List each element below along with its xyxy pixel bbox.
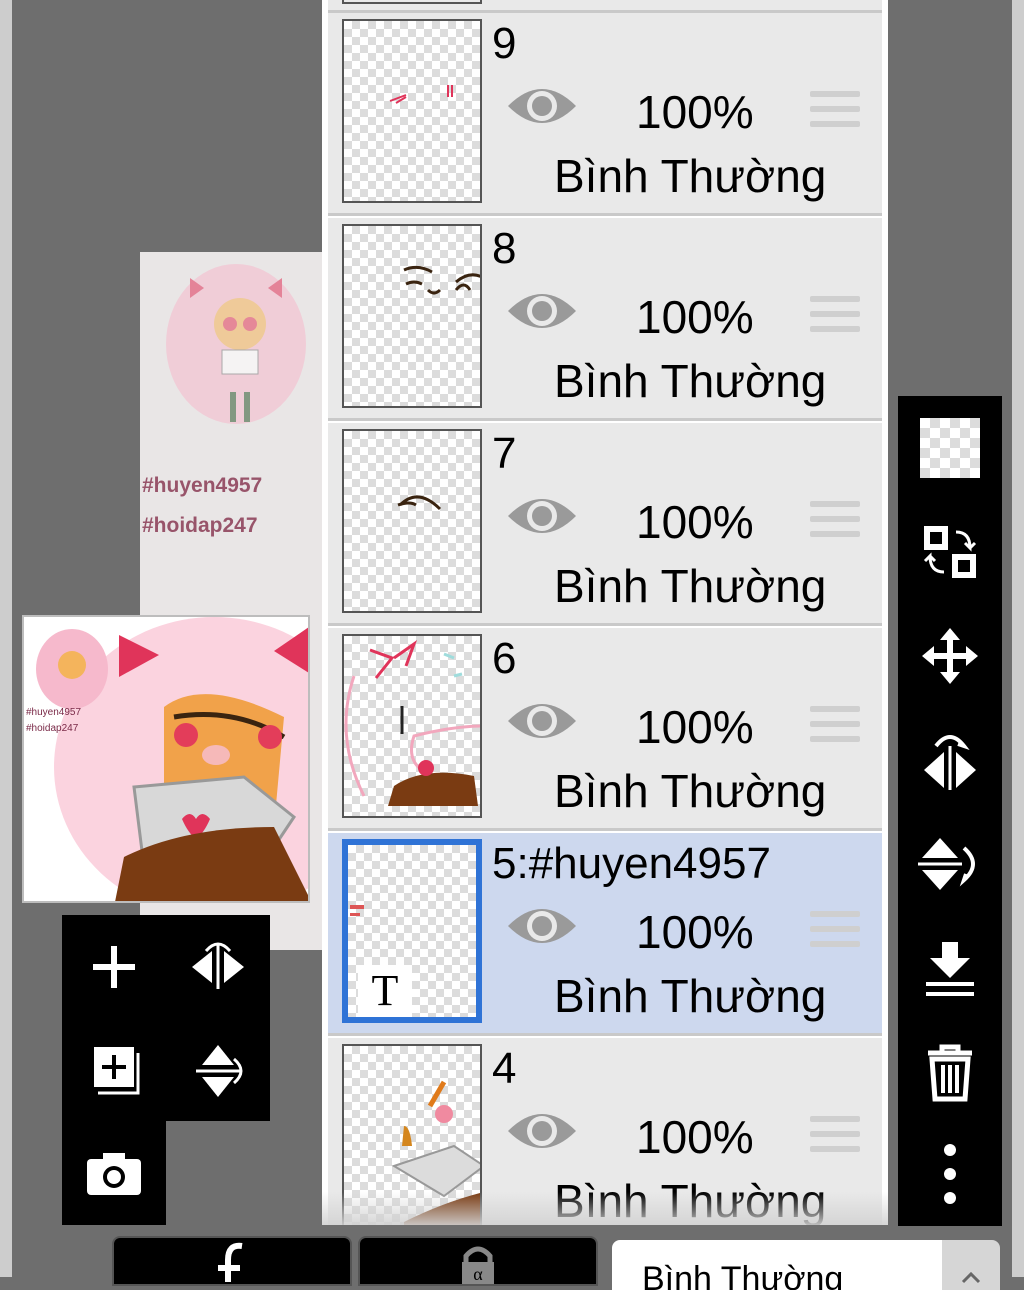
flip-horizontal-button[interactable] <box>166 915 270 1019</box>
blend-mode-select[interactable]: Bình Thường <box>612 1240 942 1290</box>
more-button[interactable] <box>898 1124 1002 1224</box>
flip-horizontal-icon <box>924 735 976 790</box>
left-edge <box>0 0 12 1277</box>
move-button[interactable] <box>898 604 1002 708</box>
visibility-toggle[interactable] <box>506 696 578 746</box>
layer-opacity[interactable]: 100% <box>636 495 754 549</box>
flip-vertical-button[interactable] <box>166 1019 270 1123</box>
move-icon <box>922 628 978 684</box>
layer-name: 6 <box>492 634 517 683</box>
layer-opacity[interactable]: 100% <box>636 290 754 344</box>
drag-handle-icon[interactable] <box>810 911 860 951</box>
merge-down-icon <box>926 942 974 996</box>
add-layer-copy-button[interactable] <box>62 1019 166 1123</box>
eye-icon <box>508 89 576 123</box>
layer-thumbnail[interactable] <box>342 634 482 818</box>
hashtag-text: #huyen4957 <box>142 474 263 497</box>
blend-mode-dropdown-button[interactable] <box>942 1240 1000 1290</box>
drag-handle-icon[interactable] <box>810 706 860 746</box>
layer-thumbnail[interactable] <box>342 224 482 408</box>
add-copy-icon <box>94 1047 140 1095</box>
layer-thumbnail[interactable] <box>342 19 482 203</box>
clipping-button[interactable] <box>112 1236 352 1286</box>
lock-icon: α <box>462 1246 494 1284</box>
blend-mode-value: Bình Thường <box>642 1260 844 1290</box>
visibility-toggle[interactable] <box>506 491 578 541</box>
layer-row[interactable]: 7 100% Bình Thường <box>328 423 882 626</box>
hashtag-text: #huyen4957 <box>26 707 82 718</box>
character-closeup-icon <box>24 617 308 901</box>
merge-down-button[interactable] <box>898 916 1002 1020</box>
transparency-icon <box>920 418 980 478</box>
chevron-up-icon <box>961 1271 981 1284</box>
layer-opacity[interactable]: 100% <box>636 1110 754 1164</box>
layer-blend-mode: Bình Thường <box>554 970 827 1022</box>
drag-handle-icon[interactable] <box>810 501 860 541</box>
plus-icon <box>93 946 135 988</box>
camera-button[interactable] <box>62 1121 166 1225</box>
visibility-toggle[interactable] <box>506 286 578 336</box>
eye-icon <box>508 1114 576 1148</box>
swap-layer-icon <box>923 526 977 578</box>
drag-handle-icon[interactable] <box>810 91 860 131</box>
layer-opacity[interactable]: 100% <box>636 85 754 139</box>
camera-icon <box>87 1153 141 1195</box>
layer-name: 7 <box>492 429 517 478</box>
layer-thumbnail[interactable] <box>342 429 482 613</box>
flip-horizontal-icon <box>192 942 244 989</box>
layer-row[interactable]: 6 100% Bình Thường <box>328 628 882 831</box>
visibility-toggle[interactable] <box>506 81 578 131</box>
drag-handle-icon[interactable] <box>810 1116 860 1156</box>
trash-icon <box>928 1044 972 1102</box>
transparency-button[interactable] <box>898 396 1002 500</box>
hashtag-text: #hoidap247 <box>26 723 79 734</box>
flip-vertical-icon <box>918 838 975 890</box>
character-art-icon <box>166 264 306 424</box>
hashtag-text: #hoidap247 <box>142 514 258 537</box>
canvas-thumbnail[interactable]: #huyen4957 #hoidap247 <box>22 615 310 903</box>
eye-icon <box>508 704 576 738</box>
layer-name: 5:#huyen4957 <box>492 839 771 888</box>
layer-list-item-partial[interactable] <box>328 0 882 13</box>
more-icon <box>944 1144 956 1204</box>
svg-text:α: α <box>473 1264 483 1284</box>
eye-icon <box>508 909 576 943</box>
layer-blend-mode: Bình Thường <box>554 150 827 202</box>
visibility-toggle[interactable] <box>506 901 578 951</box>
add-layer-button[interactable] <box>62 915 166 1019</box>
layer-row[interactable]: T 5:#huyen4957 100% Bình Thường <box>328 833 882 1036</box>
layer-opacity[interactable]: 100% <box>636 905 754 959</box>
clip-icon <box>218 1242 243 1282</box>
layer-blend-mode: Bình Thường <box>554 355 827 407</box>
drag-handle-icon[interactable] <box>810 296 860 336</box>
layer-opacity[interactable]: 100% <box>636 700 754 754</box>
layer-name: 9 <box>492 19 517 68</box>
text-layer-icon: T <box>358 965 412 1017</box>
delete-layer-button[interactable] <box>898 1020 1002 1124</box>
scroll-fade <box>322 1192 888 1225</box>
layer-blend-mode: Bình Thường <box>554 765 827 817</box>
eye-icon <box>508 499 576 533</box>
visibility-toggle[interactable] <box>506 1106 578 1156</box>
flip-horizontal-button-right[interactable] <box>898 708 1002 812</box>
layer-row[interactable]: 8 100% Bình Thường <box>328 218 882 421</box>
layer-blend-mode: Bình Thường <box>554 560 827 612</box>
eye-icon <box>508 294 576 328</box>
layer-row[interactable]: 9 100% Bình Thường <box>328 13 882 216</box>
right-edge <box>1012 0 1024 1277</box>
layer-thumbnail[interactable]: T <box>342 839 482 1023</box>
flip-vertical-icon <box>196 1045 243 1097</box>
swap-layer-button[interactable] <box>898 500 1002 604</box>
flip-vertical-button-right[interactable] <box>898 812 1002 916</box>
layer-list[interactable]: 9 100% Bình Thường 8 100% Bình Thường 7 <box>322 0 888 1225</box>
lock-alpha-button[interactable]: α <box>358 1236 598 1286</box>
layer-name: 8 <box>492 224 517 273</box>
layer-name: 4 <box>492 1044 517 1093</box>
